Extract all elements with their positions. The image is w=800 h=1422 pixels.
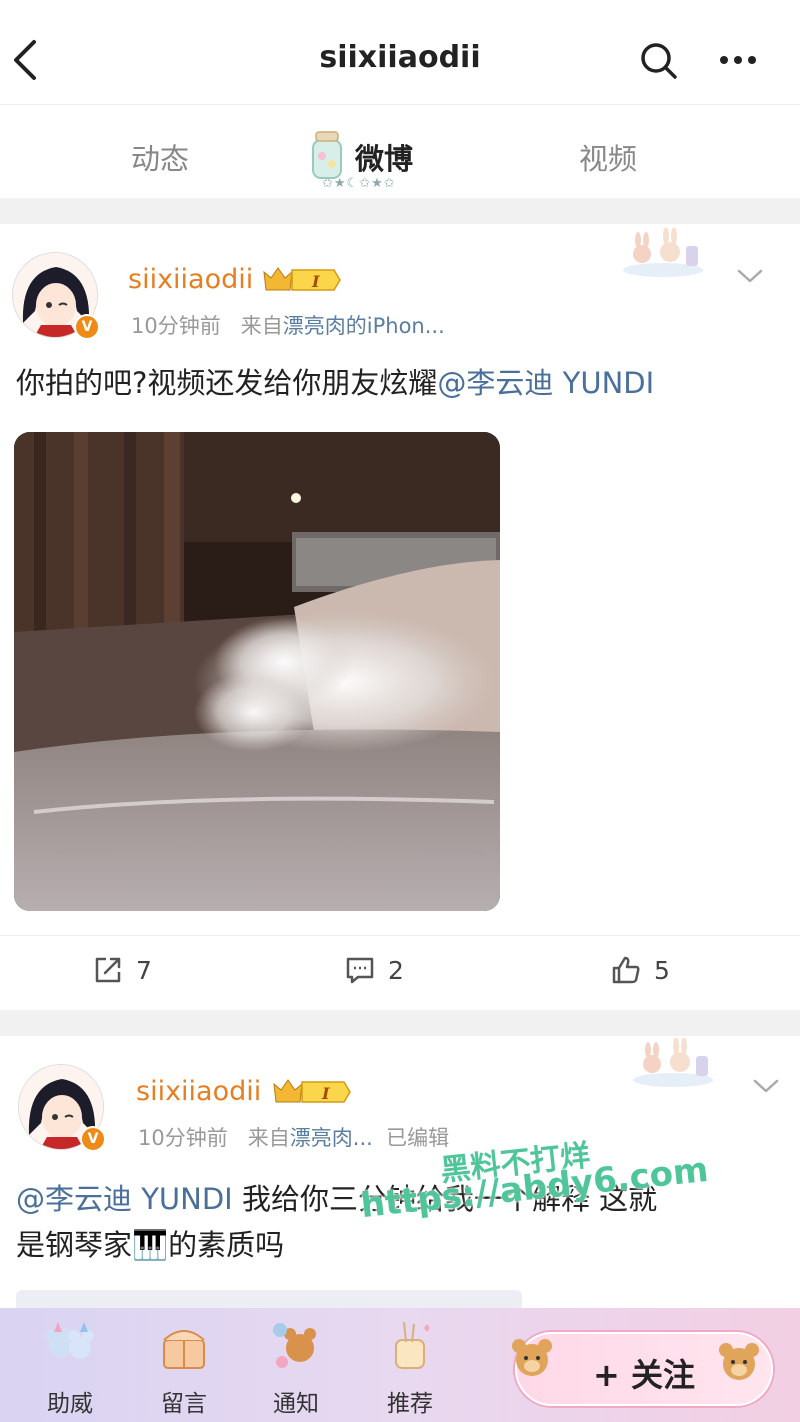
post-meta: 10分钟前 来自漂亮肉... 已编辑	[138, 1122, 449, 1152]
recommend-label: 推荐	[387, 1391, 433, 1417]
notify-label: 通知	[273, 1391, 319, 1417]
vip-crown-badge-icon: I	[273, 1079, 351, 1103]
gift-box-icon	[163, 1330, 205, 1369]
section-divider	[0, 1010, 800, 1036]
comment-count: 2	[388, 955, 404, 985]
tab-stars-decoration-icon: ✩★☾✩★✩	[322, 176, 396, 191]
vip-level: I	[321, 1084, 330, 1103]
post-username[interactable]: siixiiaodii	[128, 264, 253, 295]
mention-link[interactable]: @李云迪 YUNDI	[437, 366, 654, 400]
verified-badge-icon: V	[80, 1126, 106, 1152]
repost-icon	[95, 957, 121, 983]
comment-icon	[346, 957, 374, 984]
post-source-prefix: 来自	[240, 314, 283, 338]
bear-decoration-icon	[512, 1339, 552, 1376]
message-button[interactable]: 留言	[144, 1308, 224, 1422]
post-text-body: 你拍的吧?视频还发给你朋友炫耀	[16, 366, 438, 400]
post-time: 10分钟前	[138, 1126, 228, 1150]
post-source-prefix: 来自	[247, 1126, 290, 1150]
cheer-button[interactable]: 助威	[30, 1308, 110, 1422]
post-image-content	[14, 432, 500, 911]
repost-count: 7	[136, 955, 152, 985]
vip-level: I	[311, 272, 320, 291]
chevron-down-icon[interactable]	[752, 1076, 780, 1096]
verified-badge-icon: V	[74, 314, 100, 340]
post-source[interactable]: 漂亮肉的iPhon...	[283, 314, 445, 338]
vip-crown-badge-icon: I	[263, 267, 341, 291]
recommend-button[interactable]: 推荐	[370, 1308, 450, 1422]
search-icon[interactable]	[638, 40, 678, 80]
top-nav-bar: siixiiaodii	[0, 0, 800, 105]
tab-video[interactable]: 视频	[579, 136, 637, 178]
comment-button[interactable]: 2	[344, 954, 404, 986]
like-count: 5	[654, 955, 670, 985]
repost-button[interactable]: 7	[92, 954, 152, 986]
post-text: 你拍的吧?视频还发给你朋友炫耀@李云迪 YUNDI	[16, 360, 654, 406]
post-time: 10分钟前	[131, 314, 221, 338]
mention-link[interactable]: @李云迪 YUNDI	[16, 1182, 233, 1216]
message-label: 留言	[161, 1391, 207, 1417]
more-options-icon[interactable]	[716, 45, 760, 75]
section-divider	[0, 198, 800, 224]
mice-cheer-icon	[46, 1322, 94, 1359]
thumbs-up-icon	[612, 956, 640, 984]
post-text-line: 是钢琴家🎹的素质吗	[16, 1228, 285, 1262]
tab-jar-decoration-icon	[312, 131, 342, 179]
tab-dynamics[interactable]: 动态	[131, 136, 189, 178]
bunny-decoration-icon	[633, 1038, 713, 1087]
bottom-action-bar: 助威 留言 通知 推荐 + 关注	[0, 1308, 800, 1422]
bear-notify-icon	[273, 1323, 316, 1368]
bear-decoration-icon	[719, 1343, 759, 1380]
post-username[interactable]: siixiiaodii	[136, 1076, 261, 1107]
jar-recommend-icon	[395, 1321, 430, 1369]
post-source[interactable]: 漂亮肉...	[290, 1126, 373, 1150]
bunny-decoration-icon	[623, 228, 703, 277]
notify-button[interactable]: 通知	[256, 1308, 336, 1422]
cheer-label: 助威	[47, 1391, 93, 1417]
page-title: siixiiaodii	[319, 40, 481, 75]
post-action-bar: 7 2 5	[0, 935, 800, 1005]
profile-tabs: 动态 微博 ✩★☾✩★✩ 视频	[0, 106, 800, 198]
post-image[interactable]	[14, 432, 500, 911]
tab-weibo[interactable]: 微博	[355, 136, 413, 178]
post-meta: 10分钟前 来自漂亮肉的iPhon...	[131, 310, 445, 340]
like-button[interactable]: 5	[610, 954, 670, 986]
chevron-down-icon[interactable]	[736, 266, 764, 286]
